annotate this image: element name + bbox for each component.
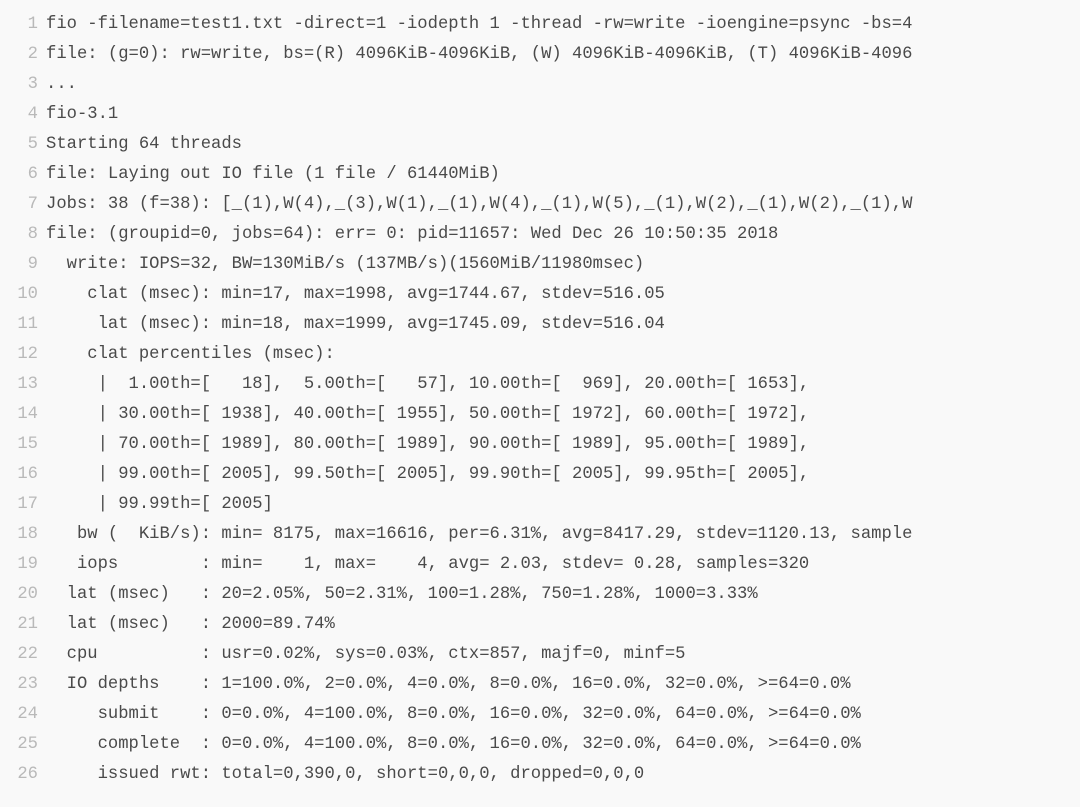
line-number: 17 [0, 490, 46, 520]
code-line: 23 IO depths : 1=100.0%, 2=0.0%, 4=0.0%,… [0, 670, 1080, 700]
code-line: 10 clat (msec): min=17, max=1998, avg=17… [0, 280, 1080, 310]
line-content: write: IOPS=32, BW=130MiB/s (137MB/s)(15… [46, 250, 1080, 280]
line-number: 21 [0, 610, 46, 640]
code-line: 12 clat percentiles (msec): [0, 340, 1080, 370]
line-number: 14 [0, 400, 46, 430]
line-content: fio-3.1 [46, 100, 1080, 130]
line-number: 26 [0, 760, 46, 790]
line-number: 24 [0, 700, 46, 730]
code-line: 17 | 99.99th=[ 2005] [0, 490, 1080, 520]
code-line: 19 iops : min= 1, max= 4, avg= 2.03, std… [0, 550, 1080, 580]
line-content: submit : 0=0.0%, 4=100.0%, 8=0.0%, 16=0.… [46, 700, 1080, 730]
line-number: 4 [0, 100, 46, 130]
line-content: | 70.00th=[ 1989], 80.00th=[ 1989], 90.0… [46, 430, 1080, 460]
line-content: IO depths : 1=100.0%, 2=0.0%, 4=0.0%, 8=… [46, 670, 1080, 700]
code-line: 6file: Laying out IO file (1 file / 6144… [0, 160, 1080, 190]
line-content: clat (msec): min=17, max=1998, avg=1744.… [46, 280, 1080, 310]
line-number: 22 [0, 640, 46, 670]
code-line: 4fio-3.1 [0, 100, 1080, 130]
code-line: 21 lat (msec) : 2000=89.74% [0, 610, 1080, 640]
line-content: fio -filename=test1.txt -direct=1 -iodep… [46, 10, 1080, 40]
line-number: 13 [0, 370, 46, 400]
line-number: 5 [0, 130, 46, 160]
line-number: 19 [0, 550, 46, 580]
line-number: 11 [0, 310, 46, 340]
line-number: 8 [0, 220, 46, 250]
code-line: 2file: (g=0): rw=write, bs=(R) 4096KiB-4… [0, 40, 1080, 70]
line-number: 23 [0, 670, 46, 700]
code-line: 13 | 1.00th=[ 18], 5.00th=[ 57], 10.00th… [0, 370, 1080, 400]
line-number: 3 [0, 70, 46, 100]
line-content: iops : min= 1, max= 4, avg= 2.03, stdev=… [46, 550, 1080, 580]
code-line: 18 bw ( KiB/s): min= 8175, max=16616, pe… [0, 520, 1080, 550]
line-number: 15 [0, 430, 46, 460]
line-content: | 30.00th=[ 1938], 40.00th=[ 1955], 50.0… [46, 400, 1080, 430]
line-content: cpu : usr=0.02%, sys=0.03%, ctx=857, maj… [46, 640, 1080, 670]
line-number: 16 [0, 460, 46, 490]
line-content: | 1.00th=[ 18], 5.00th=[ 57], 10.00th=[ … [46, 370, 1080, 400]
line-content: Jobs: 38 (f=38): [_(1),W(4),_(3),W(1),_(… [46, 190, 1080, 220]
line-content: file: (groupid=0, jobs=64): err= 0: pid=… [46, 220, 1080, 250]
code-line: 24 submit : 0=0.0%, 4=100.0%, 8=0.0%, 16… [0, 700, 1080, 730]
code-line: 16 | 99.00th=[ 2005], 99.50th=[ 2005], 9… [0, 460, 1080, 490]
line-content: issued rwt: total=0,390,0, short=0,0,0, … [46, 760, 1080, 790]
code-line: 7Jobs: 38 (f=38): [_(1),W(4),_(3),W(1),_… [0, 190, 1080, 220]
line-content: bw ( KiB/s): min= 8175, max=16616, per=6… [46, 520, 1080, 550]
code-line: 3... [0, 70, 1080, 100]
code-line: 15 | 70.00th=[ 1989], 80.00th=[ 1989], 9… [0, 430, 1080, 460]
line-content: lat (msec) : 20=2.05%, 50=2.31%, 100=1.2… [46, 580, 1080, 610]
code-line: 9 write: IOPS=32, BW=130MiB/s (137MB/s)(… [0, 250, 1080, 280]
line-content: file: Laying out IO file (1 file / 61440… [46, 160, 1080, 190]
code-line: 25 complete : 0=0.0%, 4=100.0%, 8=0.0%, … [0, 730, 1080, 760]
line-number: 1 [0, 10, 46, 40]
line-content: complete : 0=0.0%, 4=100.0%, 8=0.0%, 16=… [46, 730, 1080, 760]
line-number: 6 [0, 160, 46, 190]
line-number: 25 [0, 730, 46, 760]
line-content: file: (g=0): rw=write, bs=(R) 4096KiB-40… [46, 40, 1080, 70]
code-line: 5Starting 64 threads [0, 130, 1080, 160]
code-line: 1fio -filename=test1.txt -direct=1 -iode… [0, 10, 1080, 40]
line-content: ... [46, 70, 1080, 100]
code-line: 20 lat (msec) : 20=2.05%, 50=2.31%, 100=… [0, 580, 1080, 610]
line-content: Starting 64 threads [46, 130, 1080, 160]
line-number: 18 [0, 520, 46, 550]
line-number: 9 [0, 250, 46, 280]
line-content: | 99.99th=[ 2005] [46, 490, 1080, 520]
line-number: 7 [0, 190, 46, 220]
line-number: 20 [0, 580, 46, 610]
line-number: 12 [0, 340, 46, 370]
code-line: 26 issued rwt: total=0,390,0, short=0,0,… [0, 760, 1080, 790]
code-line: 8file: (groupid=0, jobs=64): err= 0: pid… [0, 220, 1080, 250]
code-block: 1fio -filename=test1.txt -direct=1 -iode… [0, 0, 1080, 790]
line-content: clat percentiles (msec): [46, 340, 1080, 370]
line-content: lat (msec) : 2000=89.74% [46, 610, 1080, 640]
code-line: 22 cpu : usr=0.02%, sys=0.03%, ctx=857, … [0, 640, 1080, 670]
line-number: 10 [0, 280, 46, 310]
code-line: 14 | 30.00th=[ 1938], 40.00th=[ 1955], 5… [0, 400, 1080, 430]
line-content: lat (msec): min=18, max=1999, avg=1745.0… [46, 310, 1080, 340]
line-content: | 99.00th=[ 2005], 99.50th=[ 2005], 99.9… [46, 460, 1080, 490]
code-line: 11 lat (msec): min=18, max=1999, avg=174… [0, 310, 1080, 340]
line-number: 2 [0, 40, 46, 70]
